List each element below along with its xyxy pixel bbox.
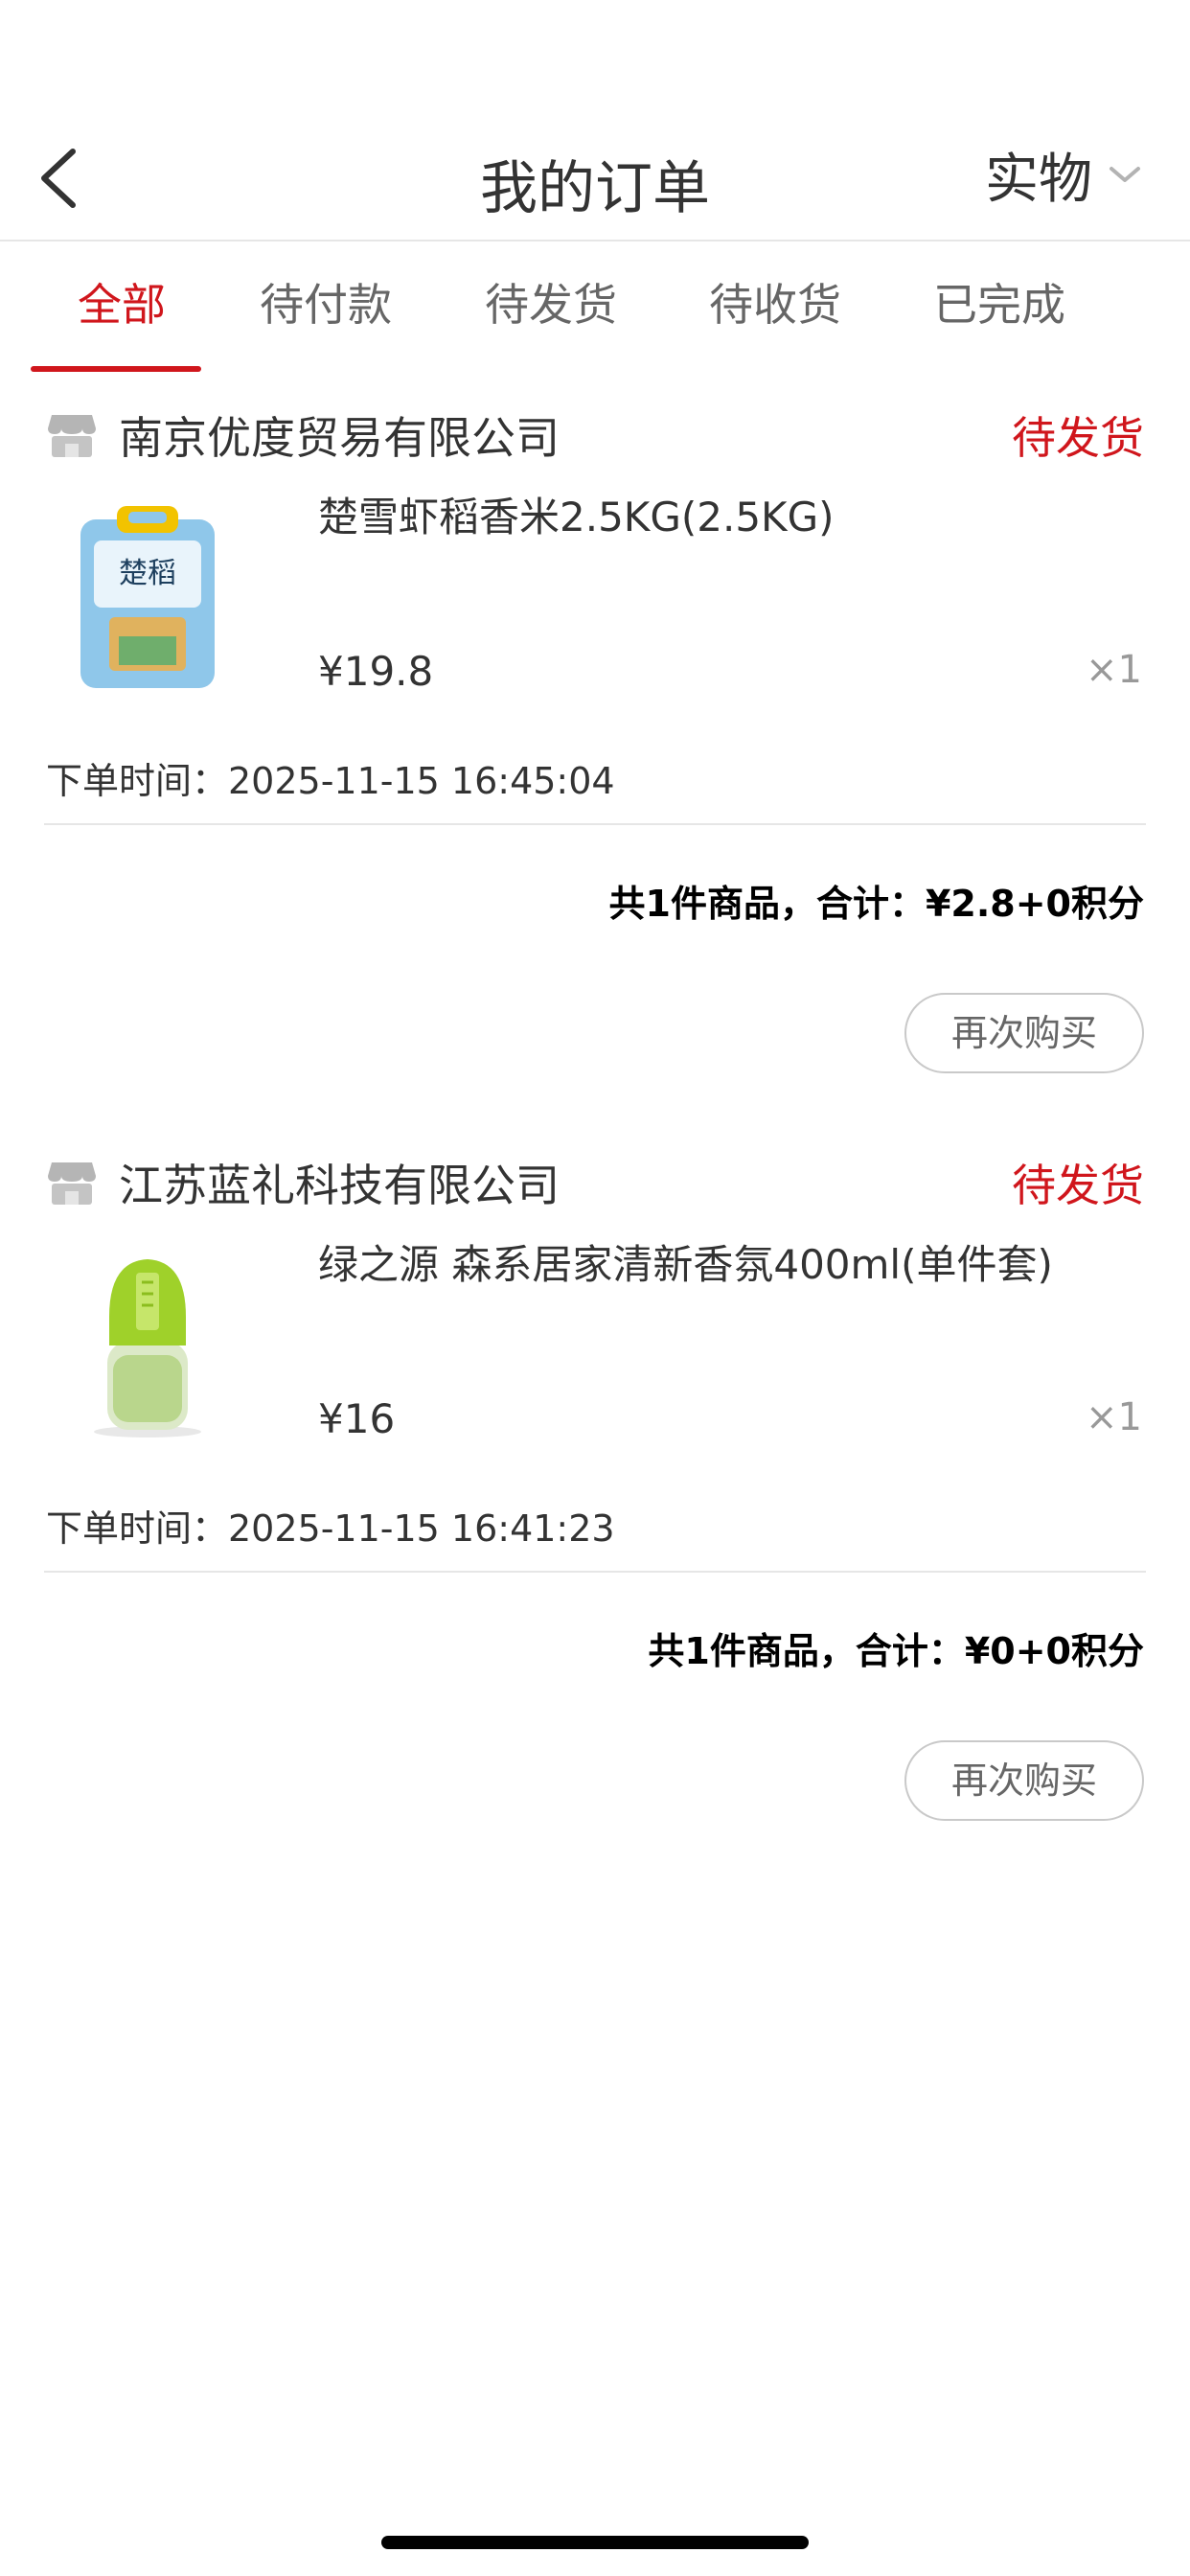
tab-pending-shipment[interactable]: 待发货 <box>439 243 663 372</box>
store-name: 江苏蓝礼科技有限公司 <box>119 1160 560 1211</box>
home-indicator <box>381 2536 809 2549</box>
svg-text:楚稻: 楚稻 <box>119 557 176 590</box>
store-name: 南京优度贸易有限公司 <box>119 412 560 464</box>
order-summary: 共1件商品，合计：¥2.8+0积分 <box>608 883 1144 925</box>
order-time: 下单时间：2025-11-15 16:41:23 <box>46 1507 615 1550</box>
store-icon <box>48 1162 96 1205</box>
order-summary: 共1件商品，合计：¥0+0积分 <box>648 1630 1144 1672</box>
product-quantity: ×1 <box>1086 1395 1142 1439</box>
chevron-down-icon <box>1110 167 1140 182</box>
tab-pending-receipt[interactable]: 待收货 <box>663 243 887 372</box>
product-image: 楚稻 <box>80 506 215 688</box>
product-quantity: ×1 <box>1086 648 1142 692</box>
tab-pending-payment[interactable]: 待付款 <box>213 243 439 372</box>
orders-page: 我的订单 实物 全部 待付款 待发货 待收货 已完成 南京优度贸易有限公司 待发… <box>0 0 1190 2576</box>
tab-all[interactable]: 全部 <box>31 243 213 372</box>
product-name[interactable]: 楚雪虾稻香米2.5KG(2.5KG) <box>318 485 835 543</box>
store-icon <box>48 415 96 457</box>
store-row: 南京优度贸易有限公司 待发货 <box>46 397 1144 473</box>
status-badge: 待发货 <box>1012 1160 1144 1211</box>
order-time: 下单时间：2025-11-15 16:45:04 <box>46 760 615 802</box>
rebuy-button[interactable]: 再次购买 <box>904 1740 1144 1821</box>
divider <box>44 823 1146 825</box>
tab-completed[interactable]: 已完成 <box>887 243 1111 372</box>
product-image <box>94 1259 201 1438</box>
order-card[interactable]: 南京优度贸易有限公司 待发货 楚稻 楚雪虾稻香米2.5KG(2.5KG) ¥19… <box>0 397 1190 1073</box>
status-badge: 待发货 <box>1012 412 1144 464</box>
order-type-label: 实物 <box>985 148 1092 211</box>
product-price: ¥19.8 <box>318 648 434 695</box>
product-price: ¥16 <box>318 1395 396 1442</box>
order-card[interactable]: 江苏蓝礼科技有限公司 待发货 绿之源 森系居家清新香氛400ml(单件套) ¥1… <box>0 1144 1190 1821</box>
store-row: 江苏蓝礼科技有限公司 待发货 <box>46 1144 1144 1221</box>
order-status-tabs: 全部 待付款 待发货 待收货 已完成 <box>0 243 1190 372</box>
navigation-bar: 我的订单 实物 <box>0 0 1190 242</box>
divider <box>44 1571 1146 1573</box>
product-name[interactable]: 绿之源 森系居家清新香氛400ml(单件套) <box>318 1232 1053 1291</box>
order-type-dropdown[interactable]: 实物 <box>985 136 1142 213</box>
rebuy-button[interactable]: 再次购买 <box>904 993 1144 1073</box>
